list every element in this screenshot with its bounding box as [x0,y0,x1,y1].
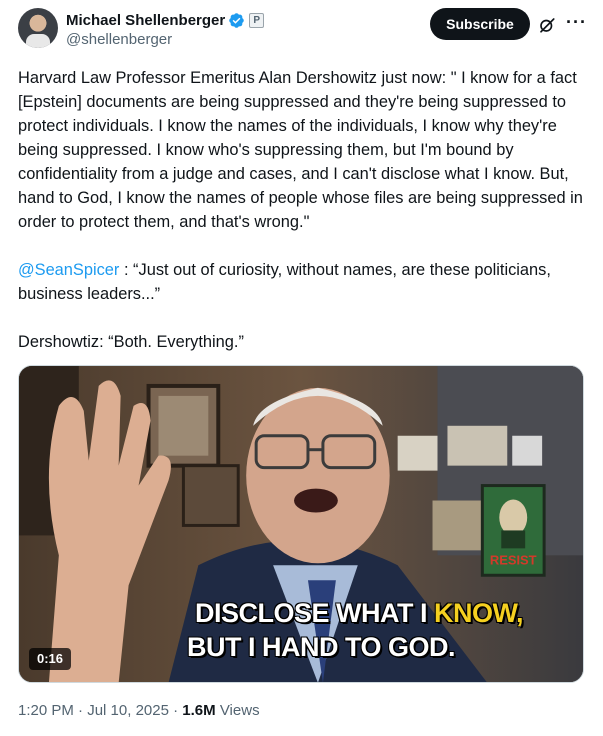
tweet-paragraph: Harvard Law Professor Emeritus Alan Ders… [18,69,583,231]
tweet-meta: 1:20 PM · Jul 10, 2025 · 1.6M Views [18,702,260,719]
caption-text: DISCLOSE WHAT I [195,598,434,628]
tweet-paragraph: @SeanSpicer : “Just out of curiosity, wi… [18,258,586,306]
tweet-date[interactable]: Jul 10, 2025 [87,702,169,719]
video-caption-line1: DISCLOSE WHAT I KNOW, [77,598,583,629]
subscribe-button[interactable]: Subscribe [430,8,530,40]
separator: · [168,702,183,719]
affiliation-badge-icon: P [249,12,265,28]
poster-text: RESIST [490,552,537,567]
tweet-time[interactable]: 1:20 PM [18,702,74,719]
avatar[interactable] [18,8,58,48]
author-handle[interactable]: @shellenberger [66,31,264,48]
views-label: Views [215,702,260,719]
video-caption-line2: BUT I HAND TO GOD. [186,632,456,662]
video-player[interactable]: RESIST DISCLOSE WHAT I KNOW, BUT I HAND … [18,365,584,683]
more-options-icon[interactable]: ··· [566,13,586,34]
video-duration: 0:16 [29,648,72,670]
views-count: 1.6M [182,702,216,719]
tweet: Michael Shellenberger P @shellenberger S… [0,0,603,736]
author-block: Michael Shellenberger P @shellenberger [66,10,265,48]
separator: · [73,702,88,719]
mention-link[interactable]: @SeanSpicer [18,261,119,279]
caption-highlight: KNOW, [434,598,524,628]
tweet-text: Harvard Law Professor Emeritus Alan Ders… [18,66,586,354]
verified-badge-icon [229,12,244,28]
tweet-paragraph: Dershowtiz: “Both. Everything.” [18,333,244,351]
author-name[interactable]: Michael Shellenberger [66,12,225,29]
tweet-header: Michael Shellenberger P @shellenberger S… [18,8,588,52]
grok-icon[interactable] [538,16,556,34]
